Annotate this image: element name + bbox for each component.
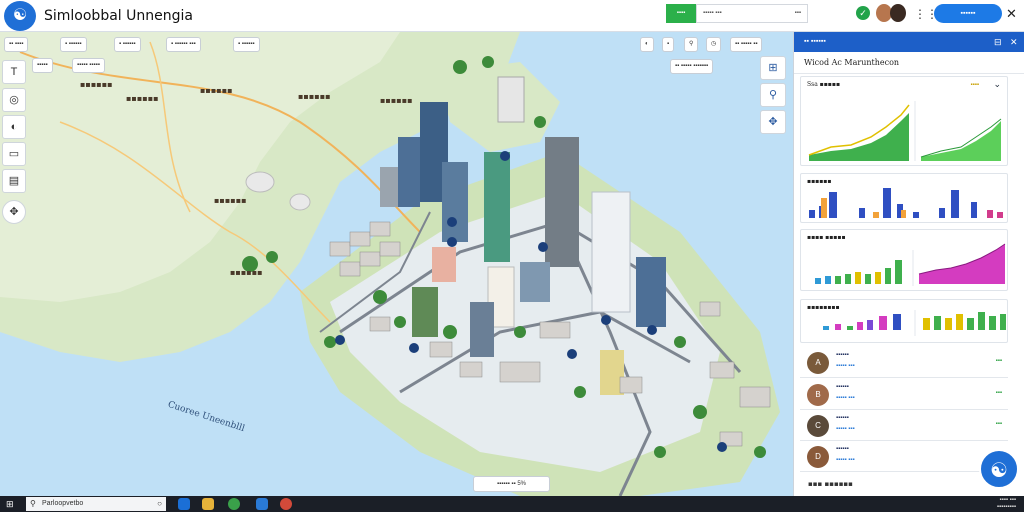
- map-tool-history[interactable]: ◷: [706, 37, 722, 52]
- filter-chip-4[interactable]: ▪ ▪▪▪▪▪▪ ▪▪▪: [166, 37, 201, 52]
- target-tool-icon[interactable]: ◎: [2, 88, 26, 112]
- user-avatar-2[interactable]: [890, 4, 906, 22]
- person-name: ▪▪▪▪▪▪: [836, 446, 849, 452]
- panel-header-title: ▪▪ ▪▪▪▪▪▪: [804, 38, 826, 45]
- filter-chip-1[interactable]: ▪▪ ▪▪▪▪: [4, 37, 29, 52]
- clock[interactable]: ▪▪▪▪ ▪▪▪ ▪▪▪▪▪▪▪▪▪: [952, 497, 1016, 511]
- map-layers-icon[interactable]: ⊞: [760, 56, 786, 80]
- assistant-fab-icon[interactable]: ☯: [979, 449, 1019, 489]
- taskbar-search-input[interactable]: ⚲ Parloopvetbo ○: [26, 497, 166, 511]
- filter-chip-5[interactable]: ▪ ▪▪▪▪▪▪: [233, 37, 260, 52]
- close-icon[interactable]: ✕: [1006, 6, 1017, 22]
- place-label: ▪▪▪▪▪▪: [200, 86, 233, 95]
- primary-action-button[interactable]: ▪▪▪▪▪▪: [934, 4, 1002, 23]
- list-item[interactable]: B ▪▪▪▪▪▪ ▪▪▪▪▪ ▪▪▪ ▪▪▪: [800, 380, 1008, 410]
- clock-date: ▪▪▪▪▪▪▪▪▪: [996, 504, 1016, 510]
- map-move-icon[interactable]: ✥: [760, 110, 786, 134]
- clock-time: ▪▪▪▪ ▪▪▪: [999, 497, 1016, 503]
- summary-card-sparklines: [808, 101, 1002, 161]
- person-name: ▪▪▪▪▪▪: [836, 384, 849, 390]
- top-search-text: ▪▪▪▪▪ ▪▪▪: [703, 10, 722, 16]
- panel-footer: ▪▪▪ ▪▪▪▪▪▪: [808, 480, 853, 488]
- filter-chip-2[interactable]: ▪ ▪▪▪▪▪▪: [60, 37, 87, 52]
- avatar: A: [807, 352, 829, 374]
- panel-header: ▪▪ ▪▪▪▪▪▪ ⊟ ✕: [794, 32, 1024, 52]
- map-tool-contrast[interactable]: ◐: [640, 37, 654, 52]
- avatar: C: [807, 415, 829, 437]
- map-tool-options[interactable]: ▪▪ ▪▪▪▪▪ ▪▪: [730, 37, 763, 52]
- person-value: ▪▪▪: [995, 358, 1002, 364]
- list-item[interactable]: D ▪▪▪▪▪▪ ▪▪▪▪▪ ▪▪▪ ▪▪▪: [800, 442, 1008, 472]
- app-title: Simloobbal Unnengia: [44, 8, 193, 24]
- breakdown-card[interactable]: ▪▪▪▪▪▪▪▪: [800, 299, 1008, 343]
- layers-tool-icon[interactable]: ◐: [2, 115, 26, 139]
- summary-card[interactable]: Ssa ▪▪▪▪▪ ▪▪▪▪ ⌄: [800, 76, 1008, 166]
- bar-chart-svg: [809, 188, 1003, 218]
- person-subtitle: ▪▪▪▪▪ ▪▪▪: [836, 363, 855, 369]
- app-logo-icon[interactable]: ☯: [4, 1, 36, 31]
- avatar: D: [807, 446, 829, 468]
- place-label: ▪▪▪▪▪▪: [126, 94, 159, 103]
- list-item[interactable]: A ▪▪▪▪▪▪ ▪▪▪▪▪ ▪▪▪ ▪▪▪: [800, 348, 1008, 378]
- top-search-suffix: ▪▪▪: [794, 10, 801, 16]
- chrome-app-icon[interactable]: [228, 498, 240, 510]
- person-name: ▪▪▪▪▪▪: [836, 352, 849, 358]
- person-name: ▪▪▪▪▪▪: [836, 415, 849, 421]
- list-item[interactable]: C ▪▪▪▪▪▪ ▪▪▪▪▪ ▪▪▪ ▪▪▪: [800, 411, 1008, 441]
- avatar: B: [807, 384, 829, 406]
- check-icon[interactable]: ✓: [856, 6, 870, 20]
- table-tool-icon[interactable]: ▤: [2, 169, 26, 193]
- place-label: ▪▪▪▪▪▪: [298, 92, 331, 101]
- filter-chip-6[interactable]: ▪▪▪▪▪: [32, 58, 53, 73]
- map-tool-search[interactable]: ⚲: [684, 37, 699, 52]
- pan-tool-icon[interactable]: ✥: [2, 200, 26, 224]
- text-tool-icon[interactable]: T: [2, 60, 26, 84]
- top-bar: ☯ Simloobbal Unnengia ▪▪▪▪ ▪▪▪▪▪ ▪▪▪ ▪▪▪…: [0, 0, 1024, 32]
- panel-subtitle: Wicod Ac Marunthecon: [794, 52, 1024, 74]
- status-pill[interactable]: ▪▪▪▪: [666, 4, 696, 23]
- edge-app-icon[interactable]: [178, 498, 190, 510]
- collapse-icon[interactable]: ⊟: [994, 32, 1002, 52]
- bar-chart-card[interactable]: ▪▪▪▪▪▪: [800, 173, 1008, 223]
- panel-close-icon[interactable]: ✕: [1010, 32, 1018, 52]
- place-label: ▪▪▪▪▪▪: [214, 196, 247, 205]
- layer-chip[interactable]: ▪▪ ▪▪▪▪▪ ▪▪▪▪▪▪▪: [670, 59, 714, 74]
- breakdown-chart-svg: [823, 310, 1006, 336]
- trend-chart-svg: [815, 243, 1006, 286]
- search-icon: ⚲: [30, 499, 36, 508]
- filter-chip-7[interactable]: ▪▪▪▪▪ ▪▪▪▪▪: [72, 58, 105, 73]
- place-label: ▪▪▪▪▪▪: [230, 268, 263, 277]
- place-label: ▪▪▪▪▪▪: [80, 80, 113, 89]
- person-value: ▪▪▪: [995, 421, 1002, 427]
- trend-card[interactable]: ▪▪▪▪ ▪▪▪▪▪: [800, 229, 1008, 291]
- map-canvas[interactable]: ▪▪ ▪▪▪▪ ▪ ▪▪▪▪▪▪ ▪ ▪▪▪▪▪▪ ▪ ▪▪▪▪▪▪ ▪▪▪ ▪…: [0, 32, 793, 496]
- place-label: ▪▪▪▪▪▪: [380, 96, 413, 105]
- map-tool-2[interactable]: ▪: [662, 37, 675, 52]
- zoom-control[interactable]: ▪▪▪▪▪▪ ▪▪ 5%: [473, 476, 550, 492]
- cortana-icon[interactable]: ○: [157, 497, 162, 511]
- start-icon[interactable]: ⊞: [6, 499, 16, 509]
- app-icon[interactable]: [256, 498, 268, 510]
- card-tool-icon[interactable]: ▭: [2, 142, 26, 166]
- map-search-icon[interactable]: ⚲: [760, 83, 786, 107]
- person-subtitle: ▪▪▪▪▪ ▪▪▪: [836, 457, 855, 463]
- folder-app-icon[interactable]: [202, 498, 214, 510]
- person-value: ▪▪▪: [995, 390, 1002, 396]
- taskbar-search-placeholder: Parloopvetbo: [42, 500, 84, 507]
- app-icon[interactable]: [280, 498, 292, 510]
- top-search-input[interactable]: ▪▪▪▪▪ ▪▪▪ ▪▪▪: [696, 4, 808, 23]
- person-subtitle: ▪▪▪▪▪ ▪▪▪: [836, 395, 855, 401]
- person-subtitle: ▪▪▪▪▪ ▪▪▪: [836, 426, 855, 432]
- taskbar: ⊞ ⚲ Parloopvetbo ○ ▪▪▪▪ ▪▪▪ ▪▪▪▪▪▪▪▪▪: [0, 496, 1024, 512]
- filter-chip-3[interactable]: ▪ ▪▪▪▪▪▪: [114, 37, 141, 52]
